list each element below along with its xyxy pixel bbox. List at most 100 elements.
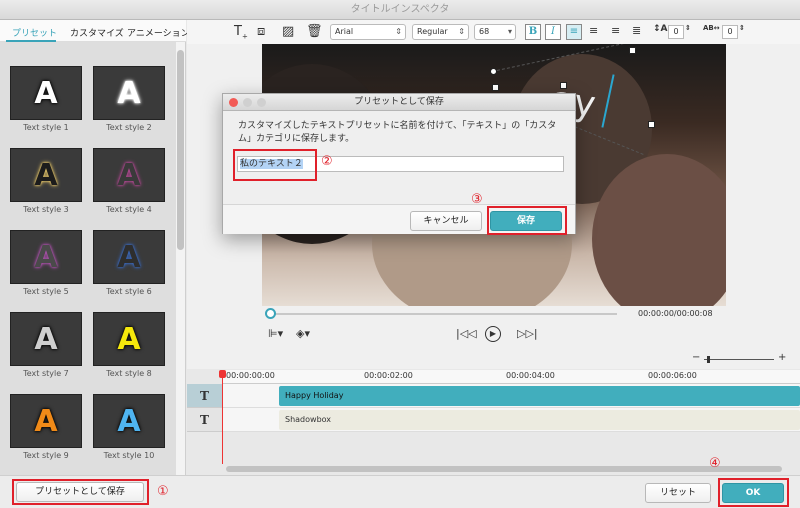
resize-handle[interactable] xyxy=(648,121,655,128)
track-header-title[interactable]: T xyxy=(187,384,222,408)
text-toolbar: T+ ⧈ ▨ 🗑 Arial ⇕ Regular ⇕ 68 ▾ B I ≡ ≡ ≡ ≣… xyxy=(187,20,800,44)
preset-grid: A Text style 1 A Text style 2 A Text sty… xyxy=(0,42,176,475)
zoom-slider[interactable] xyxy=(704,359,774,360)
play-button[interactable]: ▶ xyxy=(485,326,501,342)
preset-thumbnail: A xyxy=(93,66,165,120)
tab-customize[interactable]: カスタマイズ xyxy=(70,26,124,39)
timecode-display: 00:00:00/00:00:08 xyxy=(638,309,713,318)
zoom-slider-knob[interactable] xyxy=(707,356,710,363)
cancel-button[interactable]: キャンセル xyxy=(410,211,482,231)
preset-glyph: A xyxy=(117,403,141,439)
add-image-icon[interactable]: ▨ xyxy=(282,24,294,39)
updown-icon: ⇕ xyxy=(395,27,402,36)
preset-item-7[interactable]: A Text style 7 xyxy=(8,312,84,378)
font-weight-select[interactable]: Regular ⇕ xyxy=(412,24,469,40)
preset-item-1[interactable]: A Text style 1 xyxy=(8,66,84,132)
align-menu-icon[interactable]: ⊫▾ xyxy=(268,327,283,340)
tab-animation[interactable]: アニメーション xyxy=(127,26,190,39)
align-justify-icon[interactable]: ≣ xyxy=(632,24,641,37)
minimize-icon[interactable] xyxy=(243,98,252,107)
preset-glyph: A xyxy=(117,239,141,275)
preset-item-2[interactable]: A Text style 2 xyxy=(91,66,167,132)
add-shape-icon[interactable]: ⧈ xyxy=(257,24,265,39)
updown-icon: ⇕ xyxy=(458,27,465,36)
preset-scrollbar[interactable] xyxy=(177,50,184,250)
playback-progress-knob[interactable] xyxy=(265,308,276,319)
clip-label: Happy Holiday xyxy=(285,391,344,400)
skip-back-icon[interactable]: |◁◁ xyxy=(456,327,477,340)
preset-item-4[interactable]: A Text style 4 xyxy=(91,148,167,214)
kerning-icon: AB↔ xyxy=(703,24,720,32)
font-size-select[interactable]: 68 ▾ xyxy=(474,24,516,40)
ruler-label: 00:00:06:00 xyxy=(648,371,697,380)
italic-button[interactable]: I xyxy=(545,24,561,40)
preset-thumbnail: A xyxy=(10,66,82,120)
preset-thumbnail: A xyxy=(93,230,165,284)
timeline-scrollbar[interactable] xyxy=(226,466,782,472)
dialog-title-bar: プリセットとして保存 xyxy=(223,94,575,111)
track-header-title[interactable]: T xyxy=(187,408,222,432)
maximize-icon[interactable] xyxy=(257,98,266,107)
align-center-icon[interactable]: ≡ xyxy=(589,24,598,37)
clip-shadowbox[interactable]: Shadowbox xyxy=(279,410,800,430)
preset-glyph: A xyxy=(117,321,141,357)
highlight-box xyxy=(718,478,789,507)
highlight-box xyxy=(12,479,149,505)
window-title: タイトルインスペクタ xyxy=(350,4,450,15)
resize-handle[interactable] xyxy=(560,82,567,89)
preset-label: Text style 6 xyxy=(106,287,152,296)
preset-item-6[interactable]: A Text style 6 xyxy=(91,230,167,296)
tab-presets[interactable]: プリセット xyxy=(12,26,57,39)
font-family-select[interactable]: Arial ⇕ xyxy=(330,24,406,40)
preset-glyph: A xyxy=(34,321,58,357)
zoom-in-icon[interactable]: + xyxy=(778,352,786,363)
playback-progress-track[interactable] xyxy=(267,313,617,315)
line-spacing-input[interactable]: 0 xyxy=(668,25,684,39)
timeline-track: Shadowbox xyxy=(222,408,800,432)
preset-item-3[interactable]: A Text style 3 xyxy=(8,148,84,214)
preset-item-5[interactable]: A Text style 5 xyxy=(8,230,84,296)
ruler-label: 00:00:02:00 xyxy=(364,371,413,380)
zoom-out-icon[interactable]: − xyxy=(692,352,700,363)
clip-happy-holiday[interactable]: Happy Holiday xyxy=(279,386,800,406)
line-spacing-icon: ↕A xyxy=(653,24,668,34)
timeline-ruler[interactable]: 00:00:00:00 00:00:02:00 00:00:04:00 00:0… xyxy=(222,370,800,384)
ruler-label: 00:00:04:00 xyxy=(506,371,555,380)
annotation-number: ③ xyxy=(471,192,483,207)
preset-glyph: A xyxy=(34,75,58,111)
resize-handle[interactable] xyxy=(629,47,636,54)
preset-thumbnail: A xyxy=(10,230,82,284)
preset-glyph: A xyxy=(34,157,58,193)
align-right-icon[interactable]: ≡ xyxy=(611,24,620,37)
add-text-icon[interactable]: T+ xyxy=(234,24,248,41)
annotation-number: ① xyxy=(157,484,169,499)
kerning-input[interactable]: 0 xyxy=(722,25,738,39)
font-size-value: 68 xyxy=(479,27,490,36)
preset-glyph: A xyxy=(117,75,141,111)
preset-thumbnail: A xyxy=(93,148,165,202)
preset-glyph: A xyxy=(117,157,141,193)
reset-button[interactable]: リセット xyxy=(645,483,711,503)
align-left-icon: ≡ xyxy=(569,26,579,37)
align-left-button[interactable]: ≡ xyxy=(566,24,582,40)
font-weight-value: Regular xyxy=(417,27,448,36)
skip-forward-icon[interactable]: ▷▷| xyxy=(517,327,538,340)
dialog-message: カスタマイズしたテキストプリセットに名前を付けて、「テキスト」の「カスタム」カテ… xyxy=(238,121,557,144)
playhead-line xyxy=(222,372,223,464)
stepper-icon[interactable]: ⇕ xyxy=(739,24,745,32)
stepper-icon[interactable]: ⇕ xyxy=(685,24,691,32)
highlight-box xyxy=(487,206,567,235)
annotation-number: ④ xyxy=(709,456,721,471)
preset-thumbnail: A xyxy=(93,394,165,448)
delete-trash-icon[interactable]: 🗑 xyxy=(306,24,323,39)
resize-handle[interactable] xyxy=(492,84,499,91)
preset-item-10[interactable]: A Text style 10 xyxy=(91,394,167,460)
preset-item-9[interactable]: A Text style 9 xyxy=(8,394,84,460)
layers-menu-icon[interactable]: ◈▾ xyxy=(296,327,310,340)
ruler-label: 00:00:00:00 xyxy=(226,371,275,380)
rotate-handle[interactable] xyxy=(490,68,497,75)
highlight-box xyxy=(233,149,317,181)
close-icon[interactable] xyxy=(229,98,238,107)
bold-button[interactable]: B xyxy=(525,24,541,40)
preset-item-8[interactable]: A Text style 8 xyxy=(91,312,167,378)
